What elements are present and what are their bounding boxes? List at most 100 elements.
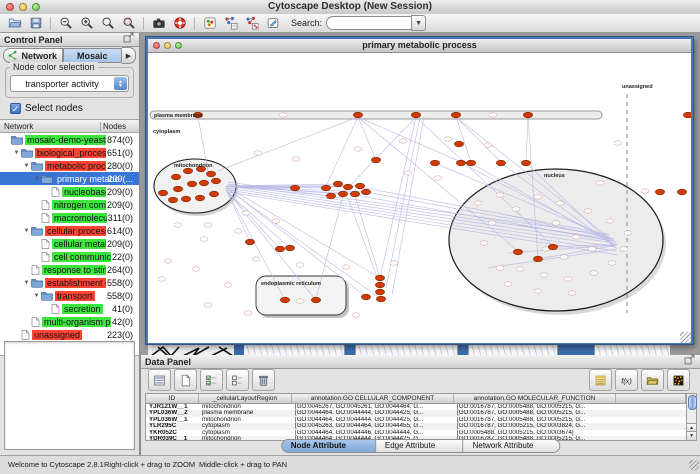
- network-node[interactable]: [376, 296, 385, 302]
- zoom-actual-button[interactable]: [97, 15, 118, 32]
- network-node[interactable]: [350, 191, 359, 197]
- network-node-unselected[interactable]: [224, 283, 232, 287]
- network-node[interactable]: [187, 181, 196, 187]
- snapshot-button[interactable]: [148, 15, 169, 32]
- network-node-unselected[interactable]: [244, 311, 252, 315]
- network-node[interactable]: [375, 282, 384, 288]
- attribute-matrix-button[interactable]: [667, 369, 690, 391]
- network-node-unselected[interactable]: [516, 267, 524, 271]
- network-graph[interactable]: plasma membranecytoplasmmitochondrionnuc…: [148, 53, 691, 343]
- window-titlebar[interactable]: Cytoscape Desktop (New Session): [0, 0, 700, 15]
- network-node[interactable]: [456, 160, 465, 166]
- network-node-unselected[interactable]: [354, 147, 362, 151]
- network-node[interactable]: [211, 178, 220, 184]
- tree-item-secretion[interactable]: secretion41(0): [0, 302, 139, 315]
- expander-icon[interactable]: ▼: [22, 228, 31, 234]
- network-node[interactable]: [683, 112, 691, 118]
- select-first-neighbors-button[interactable]: [220, 15, 241, 32]
- zoom-out-button[interactable]: [55, 15, 76, 32]
- network-node-unselected[interactable]: [296, 299, 304, 303]
- network-node[interactable]: [375, 275, 384, 281]
- network-node-unselected[interactable]: [480, 241, 488, 245]
- network-node[interactable]: [245, 239, 254, 245]
- expander-icon[interactable]: ▼: [32, 176, 41, 182]
- network-node[interactable]: [353, 112, 362, 118]
- network-node[interactable]: [533, 256, 542, 262]
- delete-attribute-button[interactable]: [252, 369, 275, 391]
- network-node-unselected[interactable]: [614, 141, 622, 145]
- background-window-edge[interactable]: [558, 344, 594, 355]
- zoom-selected-button[interactable]: [118, 15, 139, 32]
- network-node-unselected[interactable]: [620, 247, 628, 251]
- network-node-unselected[interactable]: [590, 271, 598, 275]
- new-attribute-button[interactable]: [174, 369, 197, 391]
- network-node-unselected[interactable]: [564, 277, 572, 281]
- network-node[interactable]: [513, 249, 522, 255]
- select-nodes-checkbox[interactable]: ✓: [10, 103, 21, 114]
- tree-item-nitrogen-compo[interactable]: nitrogen compo209(0): [0, 198, 139, 211]
- network-node-unselected[interactable]: [474, 201, 482, 205]
- background-window[interactable]: [244, 344, 344, 355]
- network-node-unselected[interactable]: [192, 267, 200, 271]
- column-header-id[interactable]: ID: [146, 394, 199, 403]
- select-all-attributes-button[interactable]: [200, 369, 223, 391]
- network-node-unselected[interactable]: [254, 151, 262, 155]
- network-node-unselected[interactable]: [496, 193, 504, 197]
- network-window-resize-grip[interactable]: [680, 332, 691, 343]
- network-node[interactable]: [285, 245, 294, 251]
- help-button[interactable]: [169, 15, 190, 32]
- network-canvas[interactable]: plasma membranecytoplasmmitochondrionnuc…: [148, 53, 691, 343]
- network-node[interactable]: [411, 112, 420, 118]
- network-node-unselected[interactable]: [296, 263, 304, 267]
- tree-item-metabolic-process[interactable]: ▼metabolic process280(0): [0, 159, 139, 172]
- network-node[interactable]: [326, 193, 335, 199]
- background-window[interactable]: [469, 344, 557, 355]
- expander-icon[interactable]: ▼: [12, 150, 21, 156]
- tab-scroll-right-button[interactable]: ▶: [122, 47, 136, 64]
- network-node-unselected[interactable]: [568, 291, 576, 295]
- network-node-unselected[interactable]: [534, 195, 542, 199]
- network-node[interactable]: [355, 183, 364, 189]
- tree-item-biological-process[interactable]: ▼biological_process651(0): [0, 146, 139, 159]
- select-attributes-button[interactable]: [148, 369, 171, 391]
- column-header-annotation-go-molecular-function[interactable]: annotation.GO MOLECULAR_FUNCTION: [454, 394, 616, 403]
- hide-selected-button[interactable]: [241, 15, 262, 32]
- network-node[interactable]: [206, 171, 215, 177]
- search-options-button[interactable]: [262, 15, 283, 32]
- network-node[interactable]: [655, 189, 664, 195]
- background-window-edge[interactable]: [234, 344, 244, 355]
- network-node[interactable]: [158, 190, 167, 196]
- birds-eye-view[interactable]: [4, 341, 135, 450]
- network-node-unselected[interactable]: [174, 223, 182, 227]
- network-node[interactable]: [451, 112, 460, 118]
- tab-node-attribute-browser[interactable]: Node Attribute Browser: [282, 440, 376, 452]
- network-node-unselected[interactable]: [572, 235, 580, 239]
- open-button[interactable]: [4, 15, 25, 32]
- network-node-unselected[interactable]: [164, 259, 172, 263]
- overview-network-window[interactable]: [148, 344, 234, 355]
- network-node-unselected[interactable]: [504, 282, 512, 286]
- column-header-annotation-go-cellular-component[interactable]: annotation.GO CELLULAR_COMPONENT: [292, 394, 454, 403]
- formula-builder-button[interactable]: f(x): [615, 369, 638, 391]
- network-node[interactable]: [209, 191, 218, 197]
- background-window[interactable]: [356, 344, 457, 355]
- network-node[interactable]: [168, 197, 177, 203]
- network-node[interactable]: [430, 160, 439, 166]
- network-node-unselected[interactable]: [512, 207, 520, 211]
- tree-item-response-to-stimulu[interactable]: response to stimulu264(0): [0, 263, 139, 276]
- background-window-edge[interactable]: [345, 344, 355, 355]
- node-color-attribute-select[interactable]: transporter activity ▲▼: [10, 75, 129, 92]
- tree-item-multi-organism-pro[interactable]: multi-organism pro42(0): [0, 315, 139, 328]
- tree-item-mosaic-demo-yeast[interactable]: mosaic-demo-yeast874(0): [0, 133, 139, 146]
- search-dropdown-button[interactable]: ▼: [411, 15, 426, 31]
- save-button[interactable]: [25, 15, 46, 32]
- network-column-header[interactable]: Network: [0, 122, 100, 131]
- expander-icon[interactable]: ▼: [22, 280, 31, 286]
- network-node-unselected[interactable]: [158, 277, 166, 281]
- background-window[interactable]: [595, 344, 670, 355]
- network-node-unselected[interactable]: [200, 237, 208, 241]
- network-node[interactable]: [375, 289, 384, 295]
- vizmapper-button[interactable]: [199, 15, 220, 32]
- network-node-unselected[interactable]: [606, 219, 614, 223]
- network-node-unselected[interactable]: [534, 289, 542, 293]
